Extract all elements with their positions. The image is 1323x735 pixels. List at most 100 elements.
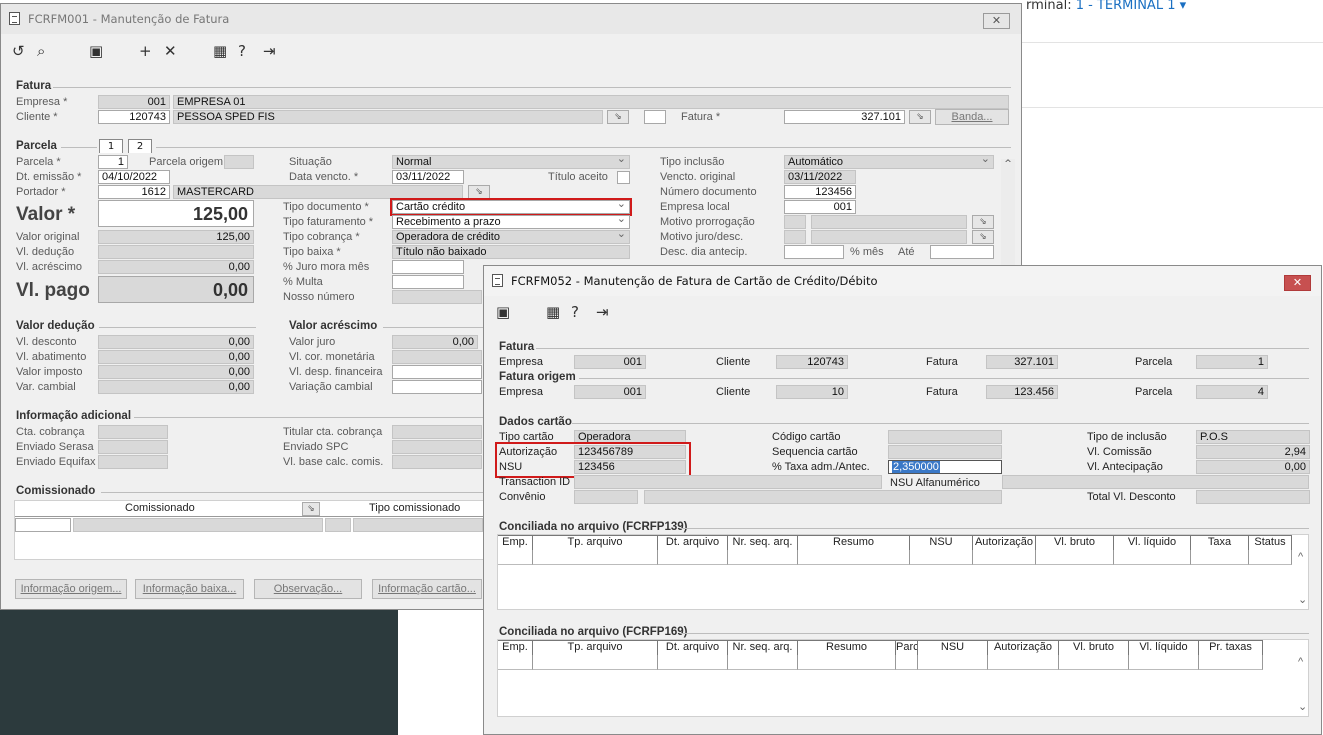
banda-button[interactable]: Banda... [935, 109, 1009, 125]
scroll-down-icon[interactable]: ⌄ [1298, 700, 1307, 713]
comissionado-grid[interactable]: Comissionado ⇘ Tipo comissionado [14, 500, 484, 560]
save-icon[interactable]: ▣ [496, 304, 510, 320]
fcrfp169-grid[interactable]: Emp. Tp. arquivo Dt. arquivo Nr. seq. arq. R… [497, 639, 1309, 717]
grid-cell[interactable] [15, 518, 71, 532]
exit-icon[interactable]: ⇥ [596, 304, 609, 320]
grid-header-cell[interactable]: Parc. [896, 641, 918, 656]
grid-cell[interactable] [498, 550, 533, 565]
grid-header-cell[interactable]: Nr. seq. arq. [728, 536, 798, 551]
calendar-icon[interactable]: ▦ [213, 43, 227, 59]
variacao-cambial-field[interactable] [392, 380, 482, 394]
grid-header-cell[interactable]: Autorização [973, 536, 1036, 551]
scroll-up-icon[interactable]: ^ [1298, 551, 1303, 563]
grid-cell[interactable] [1114, 550, 1191, 565]
juro-mora-field[interactable] [392, 260, 464, 274]
grid-cell[interactable] [533, 550, 658, 565]
grid-header-cell[interactable]: Pr. taxas [1199, 641, 1263, 656]
aux-field[interactable] [644, 110, 666, 124]
grid-cell[interactable] [918, 655, 988, 670]
grid-header-cell[interactable]: Dt. arquivo [658, 641, 728, 656]
informacao-origem-button[interactable]: Informação origem... [15, 579, 127, 599]
table-row[interactable] [498, 655, 1263, 670]
grid-cell[interactable] [1059, 655, 1129, 670]
grid-cell[interactable] [1036, 550, 1114, 565]
grid-cell[interactable] [498, 655, 533, 670]
search-icon[interactable]: ⌕ [37, 43, 45, 59]
grid-header-cell[interactable]: Vl. bruto [1059, 641, 1129, 656]
numero-documento-field[interactable]: 123456 [784, 185, 856, 199]
grid-header-cell[interactable]: Resumo [798, 536, 910, 551]
grid-header-cell[interactable]: NSU [918, 641, 988, 656]
grid-header-cell[interactable]: Emp. [498, 641, 533, 656]
taxa-field[interactable]: 2,350000 [888, 460, 1002, 474]
grid-cell[interactable] [896, 655, 918, 670]
close-button[interactable]: ✕ [1284, 275, 1311, 291]
valor-field[interactable]: 125,00 [98, 200, 254, 227]
grid-header-cell[interactable]: Emp. [498, 536, 533, 551]
close-button[interactable]: ✕ [983, 13, 1010, 29]
tipo-cobranca-select[interactable]: Operadora de crédito [392, 230, 630, 244]
multa-field[interactable] [392, 275, 464, 289]
scrollbar[interactable]: ^ [1001, 159, 1015, 274]
add-icon[interactable]: + [139, 43, 152, 59]
fatura-field[interactable]: 327.101 [784, 110, 905, 124]
terminal-indicator[interactable]: rminal: 1 - TERMINAL 1 ▾ [1026, 0, 1186, 13]
delete-icon[interactable]: ✕ [164, 43, 177, 59]
grid-cell[interactable] [533, 655, 658, 670]
grid-cell[interactable] [1129, 655, 1199, 670]
parcela-field[interactable]: 1 [98, 155, 128, 169]
titulo-aceito-checkbox[interactable] [617, 171, 630, 184]
grid-cell[interactable] [798, 655, 896, 670]
tipo-faturamento-select[interactable]: Recebimento a prazo [392, 215, 630, 229]
grid-header-cell[interactable]: Nr. seq. arq. [728, 641, 798, 656]
ate-field[interactable] [930, 245, 994, 259]
table-row[interactable] [498, 550, 1292, 565]
informacao-cartao-button[interactable]: Informação cartão... [372, 579, 482, 599]
tipo-inclusao-select[interactable]: Automático [784, 155, 994, 169]
grid-header-cell[interactable]: Status [1249, 536, 1292, 551]
lookup-button[interactable]: ⇘ [909, 110, 931, 124]
grid-cell[interactable] [1191, 550, 1249, 565]
grid-cell[interactable] [728, 655, 798, 670]
fcrfp139-grid[interactable]: Emp. Tp. arquivo Dt. arquivo Nr. seq. arq. R… [497, 534, 1309, 610]
data-vencto-field[interactable]: 03/11/2022 [392, 170, 464, 184]
help-icon[interactable]: ? [238, 43, 246, 59]
grid-header-cell[interactable]: Tp. arquivo [533, 536, 658, 551]
calendar-icon[interactable]: ▦ [546, 304, 560, 320]
portador-code-field[interactable]: 1612 [98, 185, 170, 199]
grid-cell[interactable] [988, 655, 1059, 670]
grid-cell[interactable] [910, 550, 973, 565]
save-icon[interactable]: ▣ [89, 43, 103, 59]
empresa-local-field[interactable]: 001 [784, 200, 856, 214]
grid-cell[interactable] [798, 550, 910, 565]
grid-header-cell[interactable]: Tp. arquivo [533, 641, 658, 656]
help-icon[interactable]: ? [571, 304, 579, 320]
grid-header-cell[interactable]: Vl. bruto [1036, 536, 1114, 551]
grid-cell[interactable] [973, 550, 1036, 565]
grid-header-cell[interactable]: Autorização [988, 641, 1059, 656]
grid-header-cell[interactable]: Vl. líquido [1114, 536, 1191, 551]
lookup-button[interactable]: ⇘ [607, 110, 629, 124]
lookup-button[interactable]: ⇘ [972, 230, 994, 244]
undo-icon[interactable]: ↺ [12, 43, 25, 59]
tab-parcela-2[interactable]: 2 [128, 139, 152, 153]
exit-icon[interactable]: ⇥ [263, 43, 276, 59]
grid-header-cell[interactable]: NSU [910, 536, 973, 551]
cliente-code-field[interactable]: 120743 [98, 110, 170, 124]
scroll-up-icon[interactable]: ^ [1001, 159, 1015, 169]
lookup-button[interactable]: ⇘ [972, 215, 994, 229]
situacao-select[interactable]: Normal [392, 155, 630, 169]
lookup-button[interactable]: ⇘ [468, 185, 490, 199]
scroll-up-icon[interactable]: ^ [1298, 656, 1303, 668]
grid-cell[interactable] [658, 655, 728, 670]
tab-parcela-1[interactable]: 1 [99, 139, 123, 153]
grid-header-cell[interactable]: Resumo [798, 641, 896, 656]
desp-financeira-field[interactable] [392, 365, 482, 379]
scroll-down-icon[interactable]: ⌄ [1298, 593, 1307, 606]
grid-cell[interactable] [1199, 655, 1263, 670]
empresa-code-field[interactable]: 001 [98, 95, 170, 109]
observacao-button[interactable]: Observação... [254, 579, 362, 599]
grid-cell[interactable] [658, 550, 728, 565]
grid-cell[interactable] [1249, 550, 1292, 565]
grid-header-cell[interactable]: Taxa [1191, 536, 1249, 551]
